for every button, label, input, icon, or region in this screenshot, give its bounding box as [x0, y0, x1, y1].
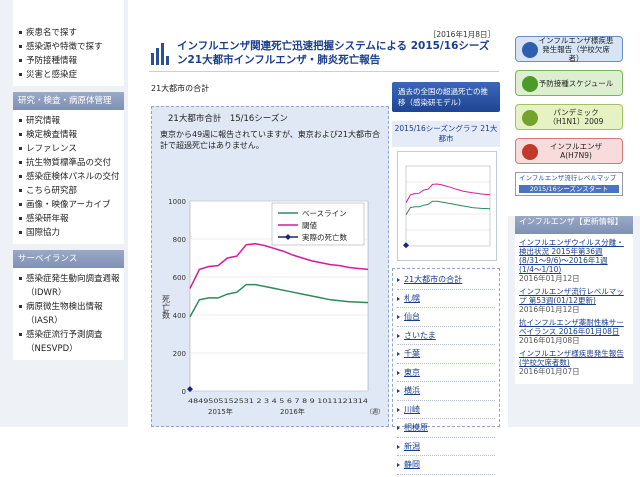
- sidebar-nav-item[interactable]: レファレンス: [19, 142, 124, 156]
- city-list-panel: 21大都市の合計 札幌 仙台 さいたま 千葉 東京 横浜 川崎 相模原 新潟 静岡: [392, 268, 500, 475]
- arrow-circle-icon: [522, 110, 538, 126]
- right-sidebar: インフルエンザ様疾患発生報告（学校欠席者） 予防接種スケジュールパンデミック（H1…: [508, 0, 640, 427]
- y-tick-label: 200: [173, 350, 186, 358]
- news-link[interactable]: インフルエンザウイルス分離・検出状況 2015年第36週(8/31〜9/6)〜2…: [519, 238, 629, 274]
- sidebar-nav-item[interactable]: 画像・映像アーカイブ: [19, 198, 124, 212]
- arrow-circle-icon: [522, 76, 538, 92]
- y-axis-label: 死亡数: [162, 295, 171, 320]
- section-heading-surveillance: サーベイランス: [13, 250, 124, 268]
- news-date: 2016年01月12日: [519, 274, 580, 283]
- news-item: インフルエンザ様疾患発生報告(学校欠席者数) 2016年01月07日: [519, 349, 629, 376]
- sidebar-nav-item[interactable]: 検定検査情報: [19, 128, 124, 142]
- x-unit-label: （週）: [366, 408, 384, 416]
- right-nav-button[interactable]: インフルエンザA(H7N9): [515, 138, 623, 164]
- sidebar-nav-item[interactable]: 感染症発生動向調査週報（IDWR）: [19, 272, 124, 300]
- thumbnail-header: 2015/16シーズングラフ 21大都市: [392, 121, 500, 147]
- sidebar-nav-item[interactable]: 感染症流行予測調査（NESVPD）: [19, 328, 124, 356]
- news-date: 2016年01月08日: [519, 336, 580, 345]
- sidebar-nav-item[interactable]: 感染源や特徴で探す: [19, 40, 124, 54]
- sidebar-nav-item[interactable]: 国際協力: [19, 226, 124, 240]
- city-link[interactable]: 横浜: [397, 382, 495, 401]
- top-nav-list: 疾患名で探す 感染源や特徴で探す 予防接種情報 災害と感染症: [13, 22, 124, 86]
- sidebar-nav-item[interactable]: 疾患名で探す: [19, 26, 124, 40]
- sidebar-nav-item[interactable]: 災害と感染症: [19, 68, 124, 82]
- surveillance-nav-list: 感染症発生動向調査週報（IDWR） 病原微生物検出情報（IASR） 感染症流行予測調…: [13, 268, 124, 360]
- sidebar-nav-item[interactable]: 予防接種情報: [19, 54, 124, 68]
- sidebar-nav-item[interactable]: 感染症検体パネルの交付: [19, 170, 124, 184]
- legend-label: 実際の死亡数: [302, 232, 347, 242]
- y-tick-label: 0: [182, 388, 186, 396]
- chart-legend: ベースライン閾値実際の死亡数: [271, 202, 365, 246]
- y-tick-label: 400: [173, 312, 186, 320]
- top-nav-box: 疾患名で探す 感染源や特徴で探す 予防接種情報 災害と感染症: [13, 0, 124, 86]
- arrow-circle-icon: [522, 42, 538, 58]
- chart-description: 東京から49週に報告されていますが、東京および21大都市合計で超過死亡はありませ…: [160, 130, 380, 150]
- city-link[interactable]: 仙台: [397, 308, 495, 327]
- thumbnail-chart-graphic: [403, 165, 491, 249]
- x-year-label: 2016年: [280, 407, 305, 416]
- city-link[interactable]: 静岡: [397, 456, 495, 475]
- news-link[interactable]: インフルエンザ流行レベルマップ 第53週(01/12更新): [519, 287, 629, 305]
- season-start-bar: 2015/16シーズンスタート: [519, 185, 619, 193]
- city-link[interactable]: 新潟: [397, 438, 495, 456]
- plot-area: [405, 165, 491, 247]
- page-title: インフルエンザ関連死亡迅速把握システムによる 2015/16シーズン21大都市イ…: [177, 40, 490, 66]
- right-nav-button-label: インフルエンザ様疾患発生報告（学校欠席者）: [538, 35, 614, 63]
- city-link[interactable]: 川崎: [397, 401, 495, 419]
- y-tick-label: 800: [173, 236, 186, 244]
- news-list: インフルエンザウイルス分離・検出状況 2015年第36週(8/31〜9/6)〜2…: [515, 234, 633, 384]
- news-panel: インフルエンザ【更新情報】 インフルエンザウイルス分離・検出状況 2015年第3…: [508, 216, 640, 427]
- research-nav-list: 研究情報 検定検査情報 レファレンス 抗生物質標準品の交付 感染症検体パネルの交付 こちら…: [13, 110, 124, 244]
- main-chart-panel: 21大都市合計 15/16シーズン 東京から49週に報告されていますが、東京およ…: [151, 106, 389, 427]
- news-date: 2016年01月12日: [519, 305, 580, 314]
- surveillance-nav-box: 感染症発生動向調査週報（IDWR） 病原微生物検出情報（IASR） 感染症流行予測調…: [13, 268, 124, 360]
- level-map-banner-text: インフルエンザ流行レベルマップ: [519, 174, 617, 182]
- mortality-line-chart: 0 200 400 600 800 1000 死亡数 4849505152531 2 3 4 …: [162, 198, 385, 416]
- bar-chart-icon: [151, 43, 173, 65]
- city-link[interactable]: 相模原: [397, 419, 495, 438]
- right-nav-button[interactable]: インフルエンザ様疾患発生報告（学校欠席者）: [515, 35, 623, 63]
- legend-label: ベースライン: [302, 209, 347, 218]
- section-heading-research: 研究・検査・病原体管理: [13, 92, 124, 110]
- city-link[interactable]: 千葉: [397, 345, 495, 364]
- city-link[interactable]: さいたま: [397, 327, 495, 345]
- sidebar-nav-item[interactable]: 研究情報: [19, 114, 124, 128]
- x-tick-labels: 4849505152531 2 3 4 5 6 7 8 9 1011121314: [188, 397, 368, 405]
- right-nav-button[interactable]: 予防接種スケジュール: [515, 70, 623, 96]
- legend-label: 閾値: [302, 220, 317, 230]
- news-item: インフルエンザウイルス分離・検出状況 2015年第36週(8/31〜9/6)〜2…: [519, 238, 629, 283]
- y-tick-label: 600: [173, 274, 186, 282]
- arrow-circle-icon: [522, 144, 538, 160]
- city-link[interactable]: 札幌: [397, 290, 495, 308]
- thumbnail-chart[interactable]: [397, 151, 497, 261]
- chart-title: 21大都市合計 15/16シーズン: [168, 114, 288, 124]
- news-item: 抗インフルエンザ薬耐性株サーベイランス 2016年01月08日 2016年01月0…: [519, 318, 629, 345]
- news-link[interactable]: 抗インフルエンザ薬耐性株サーベイランス 2016年01月08日: [519, 318, 629, 336]
- news-header: インフルエンザ【更新情報】: [515, 216, 633, 234]
- right-nav-button[interactable]: パンデミック（H1N1）2009: [515, 104, 623, 130]
- past-excess-deaths-button[interactable]: 過去の全国の超過死亡の推移（感染研モデル）: [392, 82, 500, 112]
- level-map-banner[interactable]: インフルエンザ流行レベルマップ 2015/16シーズンスタート: [515, 172, 623, 196]
- news-item: インフルエンザ流行レベルマップ 第53週(01/12更新) 2016年01月12日: [519, 287, 629, 314]
- right-nav-button-label: インフルエンザA(H7N9): [549, 142, 603, 160]
- research-nav-box: 研究情報 検定検査情報 レファレンス 抗生物質標準品の交付 感染症検体パネルの交付 こちら…: [13, 110, 124, 244]
- sidebar-nav-item[interactable]: 感染研年報: [19, 212, 124, 226]
- right-nav-button-label: パンデミック（H1N1）2009: [548, 108, 604, 126]
- city-link[interactable]: 21大都市の合計: [397, 271, 495, 290]
- sidebar-nav-item[interactable]: こちら研究部: [19, 184, 124, 198]
- city-list: 21大都市の合計 札幌 仙台 さいたま 千葉 東京 横浜 川崎 相模原 新潟 静岡: [393, 269, 499, 477]
- news-link[interactable]: インフルエンザ様疾患発生報告(学校欠席者数): [519, 349, 629, 367]
- section-subtitle: 21大都市の合計: [151, 84, 210, 93]
- x-year-label: 2015年: [208, 407, 233, 416]
- right-nav-button-label: 予防接種スケジュール: [538, 78, 614, 88]
- news-date: 2016年01月07日: [519, 367, 580, 376]
- y-tick-label: 1000: [168, 198, 186, 206]
- main-content: ［2016年1月8日］ インフルエンザ関連死亡迅速把握システムによる 2015/…: [143, 26, 505, 475]
- city-link[interactable]: 東京: [397, 364, 495, 382]
- sidebar-nav-item[interactable]: 抗生物質標準品の交付: [19, 156, 124, 170]
- left-sidebar: 疾患名で探す 感染源や特徴で探す 予防接種情報 災害と感染症 研究・検査・病原体管理 …: [0, 0, 128, 427]
- sidebar-nav-item[interactable]: 病原微生物検出情報（IASR）: [19, 300, 124, 328]
- title-divider: [149, 71, 499, 72]
